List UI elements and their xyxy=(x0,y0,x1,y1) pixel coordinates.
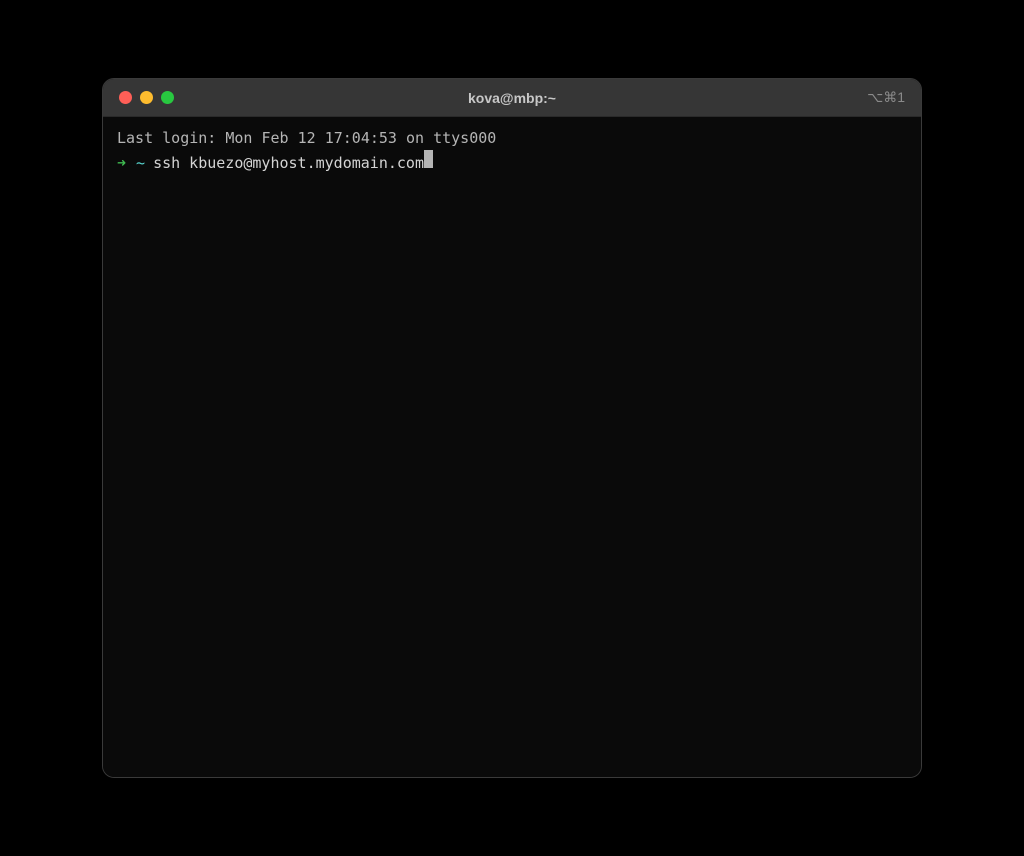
command-input[interactable]: ssh kbuezo@myhost.mydomain.com xyxy=(153,152,424,175)
traffic-lights xyxy=(119,91,174,104)
cursor-icon xyxy=(424,150,433,168)
minimize-icon[interactable] xyxy=(140,91,153,104)
prompt-cwd: ~ xyxy=(136,152,145,175)
titlebar: kova@mbp:~ ⌥⌘1 xyxy=(103,79,921,117)
prompt-line: ➜ ~ ssh kbuezo@myhost.mydomain.com xyxy=(117,150,907,175)
window-shortcut: ⌥⌘1 xyxy=(867,89,905,106)
maximize-icon[interactable] xyxy=(161,91,174,104)
last-login-line: Last login: Mon Feb 12 17:04:53 on ttys0… xyxy=(117,127,907,150)
prompt-arrow-icon: ➜ xyxy=(117,152,126,175)
terminal-window: kova@mbp:~ ⌥⌘1 Last login: Mon Feb 12 17… xyxy=(102,78,922,778)
close-icon[interactable] xyxy=(119,91,132,104)
window-title: kova@mbp:~ xyxy=(468,90,556,106)
terminal-body[interactable]: Last login: Mon Feb 12 17:04:53 on ttys0… xyxy=(103,117,921,777)
